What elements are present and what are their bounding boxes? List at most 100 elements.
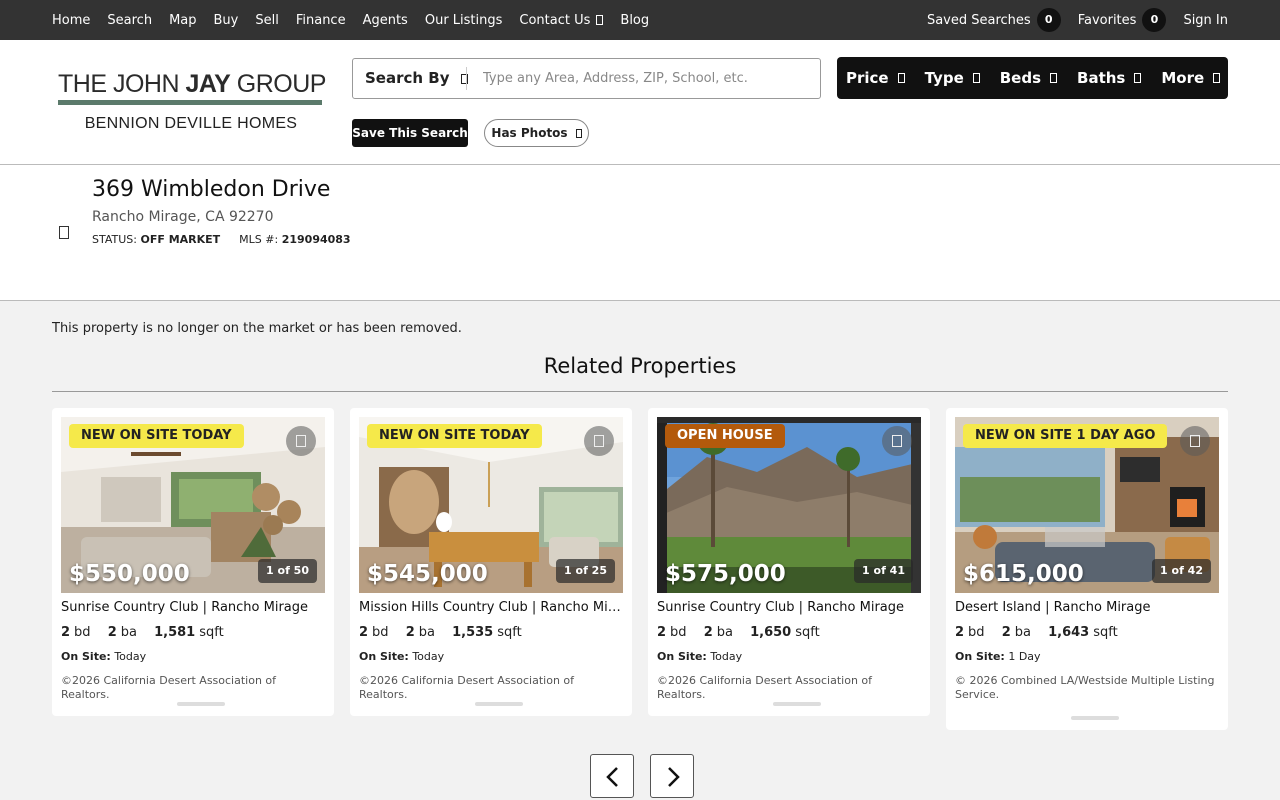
favorites-link[interactable]: Favorites 0 bbox=[1078, 8, 1167, 32]
property-card[interactable]: NEW ON SITE 1 DAY AGO $615,000 1 of 42 D… bbox=[946, 408, 1228, 730]
nav-blog[interactable]: Blog bbox=[620, 13, 649, 28]
favorite-button[interactable] bbox=[882, 426, 912, 456]
listing-community[interactable]: Sunrise Country Club | Rancho Mirage bbox=[657, 600, 921, 615]
favorite-button[interactable] bbox=[286, 426, 316, 456]
nav-our-listings[interactable]: Our Listings bbox=[425, 13, 503, 28]
chevron-down-icon bbox=[1050, 73, 1058, 83]
filter-bar: Price Type Beds Baths More bbox=[837, 57, 1228, 99]
chevron-left-icon bbox=[606, 767, 618, 787]
card-scrollbar[interactable] bbox=[773, 702, 821, 706]
favorites-label: Favorites bbox=[1077, 12, 1137, 28]
carousel-prev-button[interactable] bbox=[590, 754, 634, 798]
listing-copyright: ©2026 California Desert Association of R… bbox=[657, 674, 873, 701]
main-menu: Home Search Map Buy Sell Finance Agents … bbox=[52, 0, 666, 40]
property-status-line: STATUS: OFF MARKET MLS #: 219094083 bbox=[92, 233, 351, 246]
photo-counter: 1 of 42 bbox=[1152, 559, 1211, 583]
has-photos-label: Has Photos bbox=[491, 126, 568, 140]
listing-status-tag: NEW ON SITE 1 DAY AGO bbox=[963, 424, 1168, 448]
listing-stats: 2 bd 2 ba 1,643 sqft bbox=[955, 625, 1118, 640]
logo-line-1: THE JOHN JAY GROUP bbox=[58, 70, 326, 98]
divider bbox=[52, 391, 1228, 392]
listing-community[interactable]: Desert Island | Rancho Mirage bbox=[955, 600, 1219, 615]
favorite-button[interactable] bbox=[1180, 426, 1210, 456]
property-photo[interactable]: NEW ON SITE 1 DAY AGO $615,000 1 of 42 bbox=[955, 417, 1219, 593]
listing-price: $615,000 bbox=[963, 561, 1084, 587]
property-card[interactable]: NEW ON SITE TODAY $545,000 1 of 25 Missi… bbox=[350, 408, 632, 716]
filter-beds[interactable]: Beds bbox=[1000, 69, 1058, 87]
nav-search[interactable]: Search bbox=[107, 13, 152, 28]
search-by-label: Search By bbox=[365, 69, 450, 87]
nav-contact-us-label: Contact Us bbox=[519, 12, 591, 28]
search-input[interactable] bbox=[473, 63, 813, 94]
site-logo[interactable]: THE JOHN JAY GROUP BENNION DEVILLE HOMES bbox=[58, 70, 326, 132]
property-photo[interactable]: NEW ON SITE TODAY $545,000 1 of 25 bbox=[359, 417, 623, 593]
photo-counter: 1 of 25 bbox=[556, 559, 615, 583]
filter-more[interactable]: More bbox=[1161, 69, 1221, 87]
property-photo[interactable]: NEW ON SITE TODAY $550,000 1 of 50 bbox=[61, 417, 325, 593]
photo-counter: 1 of 41 bbox=[854, 559, 913, 583]
listing-stats: 2 bd 2 ba 1,650 sqft bbox=[657, 625, 820, 640]
listing-community[interactable]: Sunrise Country Club | Rancho Mirage bbox=[61, 600, 325, 615]
off-market-notice: This property is no longer on the market… bbox=[52, 321, 462, 336]
filter-price[interactable]: Price bbox=[846, 69, 905, 87]
photo-counter: 1 of 50 bbox=[258, 559, 317, 583]
nav-home[interactable]: Home bbox=[52, 13, 90, 28]
listing-price: $575,000 bbox=[665, 561, 786, 587]
nav-map[interactable]: Map bbox=[169, 13, 196, 28]
listing-status-tag: OPEN HOUSE bbox=[665, 424, 785, 448]
chevron-down-icon bbox=[1213, 73, 1221, 83]
account-menu: Saved Searches 0 Favorites 0 Sign In bbox=[910, 0, 1228, 40]
listing-stats: 2 bd 2 ba 1,535 sqft bbox=[359, 625, 522, 640]
nav-buy[interactable]: Buy bbox=[214, 13, 239, 28]
heart-icon bbox=[892, 435, 902, 447]
property-address: 369 Wimbledon Drive bbox=[92, 177, 331, 202]
card-scrollbar[interactable] bbox=[177, 702, 225, 706]
mls-label: MLS #: bbox=[239, 233, 279, 246]
property-card[interactable]: OPEN HOUSE $575,000 1 of 41 Sunrise Coun… bbox=[648, 408, 930, 716]
save-search-button[interactable]: Save This Search bbox=[352, 119, 468, 147]
nav-agents[interactable]: Agents bbox=[363, 13, 408, 28]
card-scrollbar[interactable] bbox=[475, 702, 523, 706]
top-nav: Home Search Map Buy Sell Finance Agents … bbox=[0, 0, 1280, 40]
property-city-line: Rancho Mirage, CA 92270 bbox=[92, 209, 274, 225]
site-header: THE JOHN JAY GROUP BENNION DEVILLE HOMES… bbox=[0, 40, 1280, 165]
favorite-button[interactable] bbox=[584, 426, 614, 456]
filter-baths[interactable]: Baths bbox=[1077, 69, 1142, 87]
back-icon[interactable] bbox=[59, 226, 69, 239]
property-photo[interactable]: OPEN HOUSE $575,000 1 of 41 bbox=[657, 417, 921, 593]
logo-rule bbox=[58, 100, 322, 105]
nav-sell[interactable]: Sell bbox=[255, 13, 278, 28]
has-photos-toggle[interactable]: Has Photos bbox=[484, 119, 589, 147]
saved-searches-link[interactable]: Saved Searches 0 bbox=[927, 8, 1061, 32]
heart-icon bbox=[1190, 435, 1200, 447]
carousel-next-button[interactable] bbox=[650, 754, 694, 798]
listing-on-site: On Site: Today bbox=[657, 650, 743, 663]
nav-finance[interactable]: Finance bbox=[296, 13, 346, 28]
listing-price: $550,000 bbox=[69, 561, 190, 587]
listing-copyright: ©2026 California Desert Association of R… bbox=[61, 674, 277, 701]
filter-type[interactable]: Type bbox=[925, 69, 980, 87]
heart-icon bbox=[594, 435, 604, 447]
property-card[interactable]: NEW ON SITE TODAY $550,000 1 of 50 Sunri… bbox=[52, 408, 334, 716]
status-label: STATUS: bbox=[92, 233, 137, 246]
favorites-count-badge: 0 bbox=[1142, 8, 1167, 32]
listing-stats: 2 bd 2 ba 1,581 sqft bbox=[61, 625, 224, 640]
listing-copyright: ©2026 California Desert Association of R… bbox=[359, 674, 575, 701]
search-by-dropdown[interactable]: Search By bbox=[365, 59, 468, 98]
card-scrollbar[interactable] bbox=[1071, 716, 1119, 720]
chevron-down-icon bbox=[897, 73, 905, 83]
mls-value: 219094083 bbox=[281, 233, 351, 246]
listing-price: $545,000 bbox=[367, 561, 488, 587]
nav-contact-us[interactable]: Contact Us bbox=[519, 12, 604, 28]
sign-in-link[interactable]: Sign In bbox=[1183, 13, 1228, 28]
listing-copyright: © 2026 Combined LA/Westside Multiple Lis… bbox=[955, 674, 1215, 701]
chevron-down-icon bbox=[1134, 73, 1142, 83]
chevron-down-icon bbox=[972, 73, 980, 83]
saved-searches-label: Saved Searches bbox=[926, 12, 1031, 28]
search-bar: Search By bbox=[352, 58, 821, 99]
related-properties-title: Related Properties bbox=[543, 354, 737, 378]
listing-community[interactable]: Mission Hills Country Club | Rancho Mira… bbox=[359, 600, 623, 615]
status-value: OFF MARKET bbox=[140, 233, 221, 246]
heart-icon bbox=[296, 435, 306, 447]
saved-searches-count-badge: 0 bbox=[1036, 8, 1061, 32]
